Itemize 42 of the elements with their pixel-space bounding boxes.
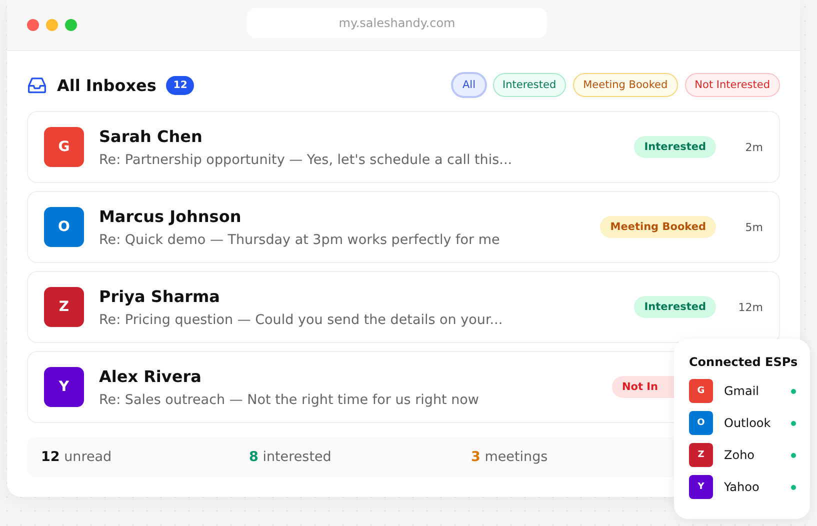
inbox-icon (27, 76, 47, 94)
time-label: 5m (744, 220, 763, 234)
time-label: 12m (737, 300, 763, 314)
esp-name: Gmail (724, 384, 760, 398)
message-preview: Re: Partnership opportunity — Yes, let's schedule a call this... (99, 152, 514, 168)
page-title: All Inboxes (57, 76, 156, 94)
avatar: O (44, 207, 84, 247)
address-bar[interactable]: my.saleshandy.com (247, 8, 547, 38)
sender-name: Marcus Johnson (99, 206, 242, 226)
status-badge: Interested (634, 136, 716, 158)
count-badge: 12 (166, 76, 194, 94)
filter-chip[interactable]: Interested (492, 73, 566, 97)
status-badge: Interested (634, 296, 716, 318)
avatar: Y (44, 367, 84, 407)
esp-logo: Y (689, 475, 713, 499)
avatar: G (44, 127, 84, 167)
esp-logo: O (689, 411, 713, 435)
filter-chip[interactable]: Meeting Booked (573, 73, 678, 97)
filter-chip[interactable]: Not Interested (684, 73, 780, 97)
stat-text: 8 interested (249, 449, 332, 465)
message-row[interactable]: O Marcus Johnson Re: Quick demo — Thursday at 3pm works perfectly for me Meeting Booked 5m (27, 191, 780, 263)
esp-name: Zoho (724, 448, 756, 462)
esp-name: Yahoo (724, 480, 760, 494)
avatar: Z (44, 287, 84, 327)
message-preview: Re: Sales outreach — Not the right time for us right now (99, 392, 480, 408)
sender-name: Alex Rivera (99, 366, 202, 386)
time-label: 2m (744, 140, 763, 154)
filter-chip[interactable]: All (452, 73, 486, 97)
maximize-icon[interactable] (65, 19, 77, 31)
sender-name: Sarah Chen (99, 126, 204, 146)
message-row[interactable]: Z Priya Sharma Re: Pricing question — Could you send the details on your... Interested 12m (27, 271, 780, 343)
status-badge: Meeting Booked (600, 216, 716, 238)
minimize-icon[interactable] (46, 19, 58, 31)
esp-logo: G (689, 379, 713, 403)
stat-text: 3 meetings (471, 449, 548, 465)
close-icon[interactable] (27, 19, 39, 31)
stat-text: 12 unread (41, 449, 112, 465)
message-row[interactable]: G Sarah Chen Re: Partnership opportunity — Yes, let's schedule a call this... Interested 2m (27, 111, 780, 183)
message-preview: Re: Pricing question — Could you send the details on your... (99, 312, 504, 328)
esp-logo: Z (689, 443, 713, 467)
message-preview: Re: Quick demo — Thursday at 3pm works perfectly for me (99, 232, 501, 248)
sender-name: Priya Sharma (99, 286, 221, 306)
